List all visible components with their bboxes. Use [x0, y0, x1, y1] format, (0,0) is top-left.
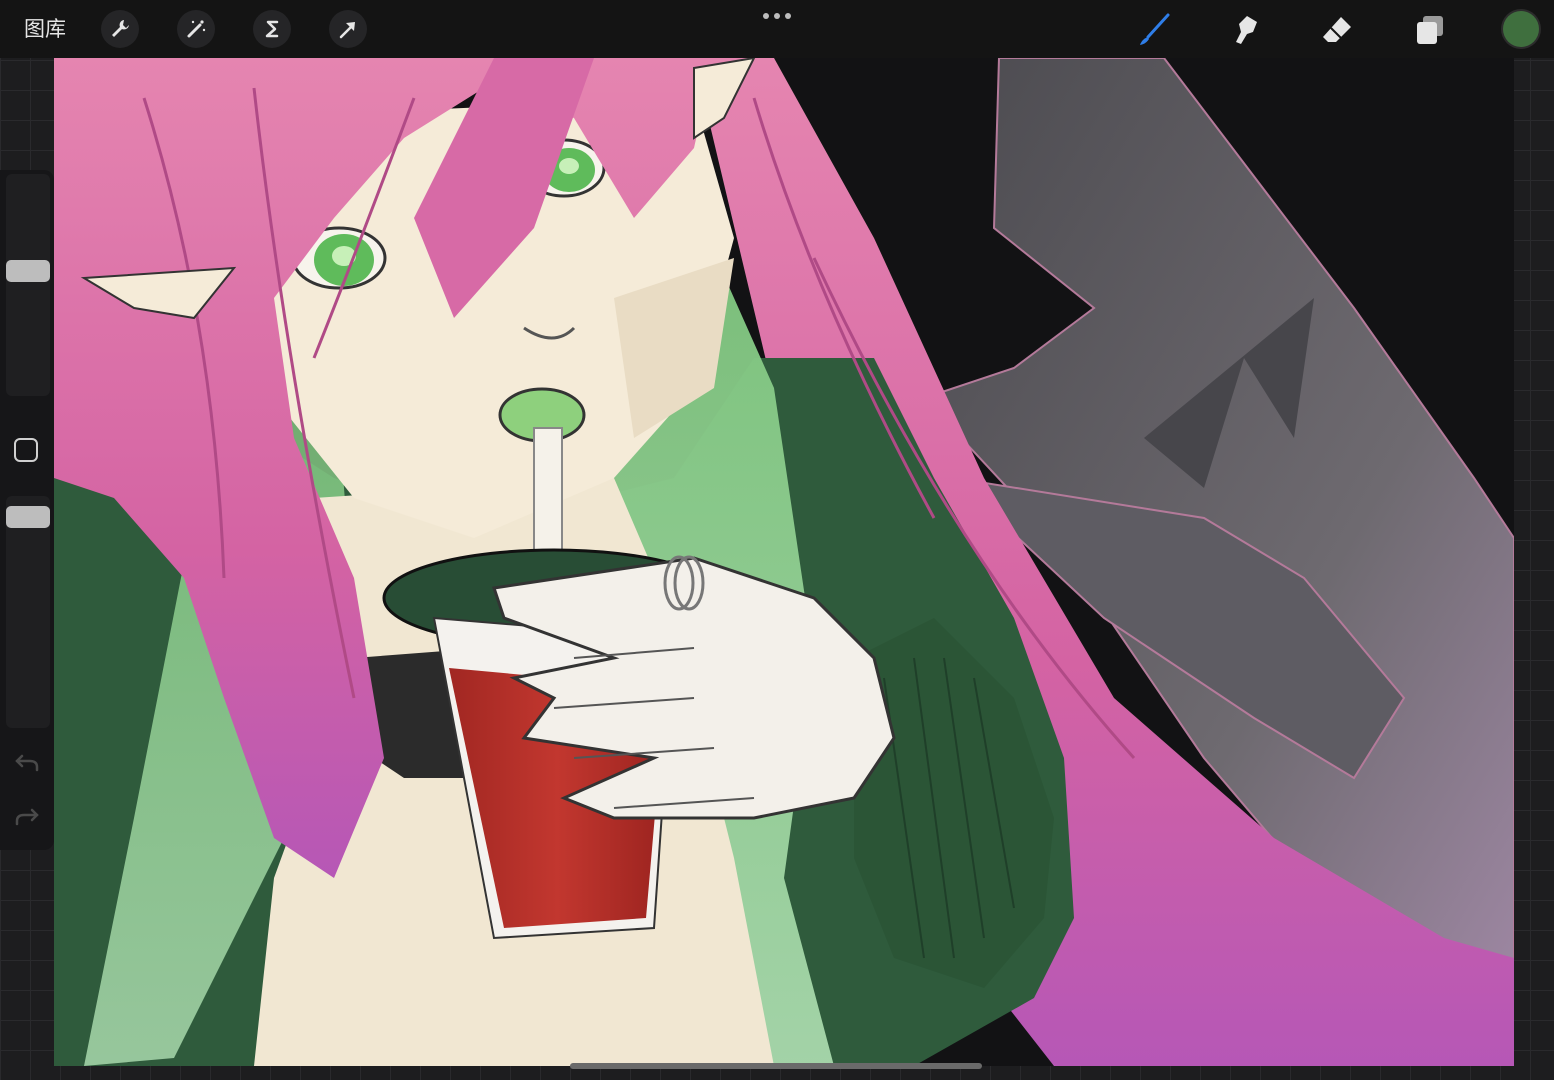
smudge-tool-button[interactable]: [1225, 10, 1265, 50]
more-options-icon[interactable]: [760, 10, 794, 22]
arrow-cursor-icon: [339, 22, 355, 39]
layers-button[interactable]: [1410, 10, 1450, 50]
artwork: [54, 58, 1514, 1066]
transform-button[interactable]: [329, 10, 367, 48]
brush-size-slider-thumb[interactable]: [6, 260, 50, 282]
actions-button[interactable]: [101, 10, 139, 48]
selection-button[interactable]: [253, 10, 291, 48]
wrench-icon: [112, 20, 129, 37]
brush-opacity-slider[interactable]: [6, 496, 50, 728]
layers-icon: [1417, 16, 1443, 44]
drawing-canvas[interactable]: [54, 58, 1514, 1066]
color-picker-button[interactable]: [1503, 11, 1539, 47]
modify-square-icon[interactable]: [14, 438, 38, 462]
magic-wand-icon: [187, 20, 206, 38]
brush-size-slider[interactable]: [6, 174, 50, 396]
gallery-button[interactable]: 图库: [24, 16, 66, 42]
paint-tool-button[interactable]: [1134, 10, 1174, 50]
left-sidebar: [0, 170, 54, 850]
eraser-icon: [1323, 17, 1351, 42]
redo-icon[interactable]: [14, 806, 40, 828]
home-indicator-bar[interactable]: [570, 1063, 982, 1069]
brush-opacity-slider-thumb[interactable]: [6, 506, 50, 528]
top-toolbar: 图库: [0, 0, 1554, 58]
undo-icon[interactable]: [14, 752, 40, 774]
eraser-tool-button[interactable]: [1317, 10, 1357, 50]
smudge-icon: [1236, 16, 1257, 44]
brush-icon: [1140, 13, 1170, 45]
selection-s-icon: [265, 20, 279, 38]
adjustments-button[interactable]: [177, 10, 215, 48]
